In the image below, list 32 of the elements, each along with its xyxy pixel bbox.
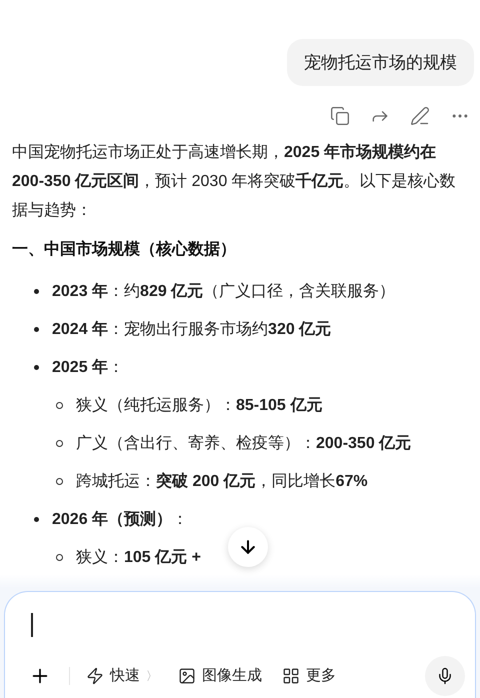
section-heading: 一、中国市场规模（核心数据） — [12, 239, 237, 260]
microphone-icon — [436, 667, 454, 685]
tool-button[interactable]: 图像生成 — [178, 664, 262, 688]
user-message-bubble: 宠物托运市场的规模 — [287, 39, 474, 86]
copy-icon[interactable] — [330, 106, 350, 126]
list-item-text: 狭义：105 亿元 + — [76, 548, 201, 568]
image-icon — [178, 667, 196, 685]
voice-button[interactable] — [425, 656, 465, 696]
arrow-down-icon — [238, 537, 258, 557]
list-item-text: 狭义（纯托运服务）：85-105 亿元 — [76, 396, 322, 416]
circle-bullet-icon — [56, 402, 63, 409]
answer-paragraph: 中国宠物托运市场正处于高速增长期，2025 年市场规模约在 200-350 亿元区间，预计 2030 年将突破千亿元。以下是核心数据与趋势： — [12, 142, 457, 221]
circle-bullet-icon — [56, 440, 63, 447]
list-item-text: 2026 年（预测）： — [52, 510, 188, 530]
bullet-icon — [34, 327, 39, 332]
text-cursor — [31, 613, 32, 637]
list-item-text: 2025 年： — [52, 358, 124, 378]
list-item-text: 2023 年：约829 亿元（广义口径，含关联服务） — [52, 282, 396, 302]
list-item-text: 跨城托运：突破 200 亿元，同比增长67% — [76, 471, 368, 492]
list-item-text: 2024 年：宠物出行服务市场约320 亿元 — [52, 320, 332, 340]
bullet-icon — [34, 289, 39, 294]
list-item-text: 广义（含出行、寄养、检疫等）：200-350 亿元 — [76, 434, 412, 454]
edit-icon[interactable] — [410, 106, 430, 126]
bullet-icon — [34, 517, 39, 522]
tool-button[interactable]: 快速 〉 — [86, 664, 158, 688]
tool-button[interactable]: 更多 — [282, 664, 336, 688]
grid-icon — [282, 667, 300, 685]
circle-bullet-icon — [56, 478, 63, 485]
lightning-icon — [86, 667, 104, 685]
scroll-down-button[interactable] — [228, 527, 268, 567]
bullet-icon — [34, 365, 39, 370]
circle-bullet-icon — [56, 554, 63, 561]
